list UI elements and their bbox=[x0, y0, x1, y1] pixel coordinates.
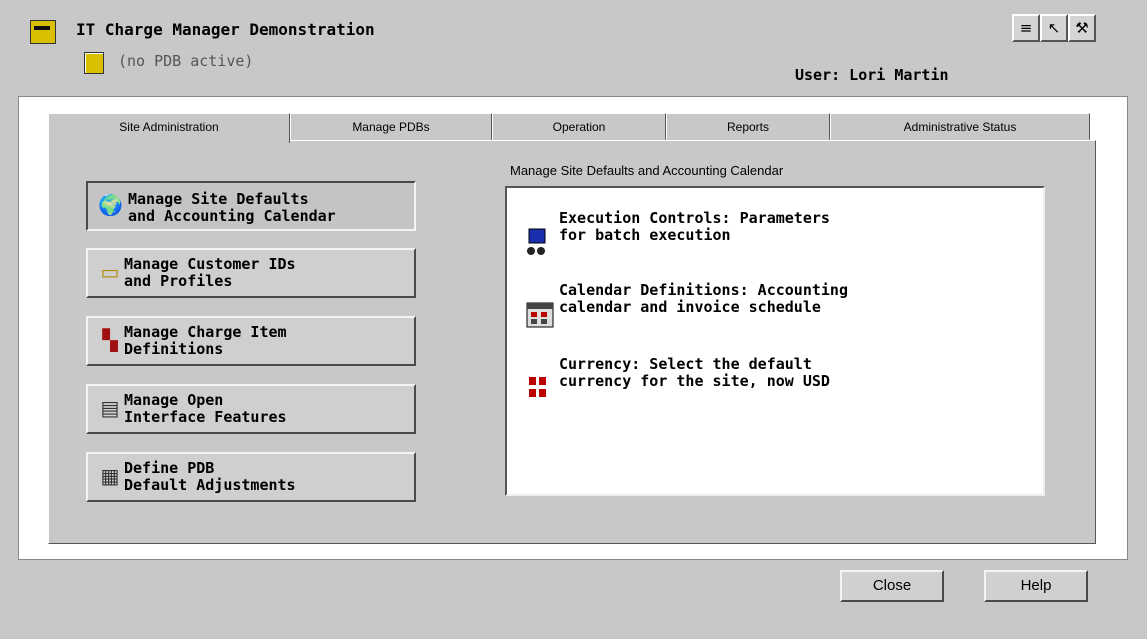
tab-operation[interactable]: Operation bbox=[492, 113, 666, 140]
adjustments-icon: ▦ bbox=[100, 464, 120, 488]
traffic-light-icon[interactable]: ≡ bbox=[1012, 14, 1040, 42]
button-label: Manage Site Defaults and Accounting Cale… bbox=[128, 190, 336, 225]
interface-icon: ▤ bbox=[100, 396, 120, 420]
tab-reports[interactable]: Reports bbox=[666, 113, 830, 140]
button-label: Manage Open Interface Features bbox=[124, 391, 287, 426]
panel-heading: Manage Site Defaults and Accounting Cale… bbox=[510, 163, 784, 178]
execution-controls-option[interactable]: Execution Controls: Parameters for batch… bbox=[525, 210, 1025, 255]
tab-site-administration[interactable]: Site Administration bbox=[48, 113, 290, 143]
globe-icon: 🌍 bbox=[98, 193, 123, 217]
currency-option[interactable]: Currency: Select the default currency fo… bbox=[525, 356, 1025, 397]
option-text: Calendar Definitions: Accounting calenda… bbox=[559, 281, 848, 316]
button-label: Manage Customer IDs and Profiles bbox=[124, 255, 296, 290]
calendar-definitions-option[interactable]: Calendar Definitions: Accounting calenda… bbox=[525, 282, 1025, 328]
pointer-help-icon[interactable]: ↖ bbox=[1040, 14, 1068, 42]
app-title: IT Charge Manager Demonstration bbox=[76, 20, 375, 39]
manage-open-interface-button[interactable]: ▤ Manage Open Interface Features bbox=[86, 384, 416, 434]
app-icon bbox=[30, 20, 56, 44]
option-text: Currency: Select the default currency fo… bbox=[559, 355, 830, 390]
options-panel: Execution Controls: Parameters for batch… bbox=[505, 186, 1045, 496]
manage-site-defaults-button[interactable]: 🌍 Manage Site Defaults and Accounting Ca… bbox=[86, 181, 416, 231]
pdb-status: (no PDB active) bbox=[118, 52, 254, 70]
define-pdb-adjustments-button[interactable]: ▦ Define PDB Default Adjustments bbox=[86, 452, 416, 502]
manage-charge-items-button[interactable]: ▚ Manage Charge Item Definitions bbox=[86, 316, 416, 366]
charge-items-icon: ▚ bbox=[102, 328, 118, 352]
help-button[interactable]: Help bbox=[984, 570, 1088, 602]
button-label: Define PDB Default Adjustments bbox=[124, 459, 296, 494]
user-label: User: Lori Martin bbox=[795, 66, 949, 84]
calendar-icon bbox=[525, 282, 557, 328]
button-label: Manage Charge Item Definitions bbox=[124, 323, 287, 358]
wand-icon[interactable]: ⚒ bbox=[1068, 14, 1096, 42]
currency-icon bbox=[525, 356, 557, 397]
manage-customer-ids-button[interactable]: ▭ Manage Customer IDs and Profiles bbox=[86, 248, 416, 298]
tab-administrative-status[interactable]: Administrative Status bbox=[830, 113, 1090, 140]
tab-manage-pdbs[interactable]: Manage PDBs bbox=[290, 113, 492, 140]
close-button[interactable]: Close bbox=[840, 570, 944, 602]
pdb-icon[interactable] bbox=[84, 52, 104, 74]
computer-icon bbox=[525, 210, 557, 255]
option-text: Execution Controls: Parameters for batch… bbox=[559, 209, 830, 244]
id-card-icon: ▭ bbox=[100, 260, 120, 284]
